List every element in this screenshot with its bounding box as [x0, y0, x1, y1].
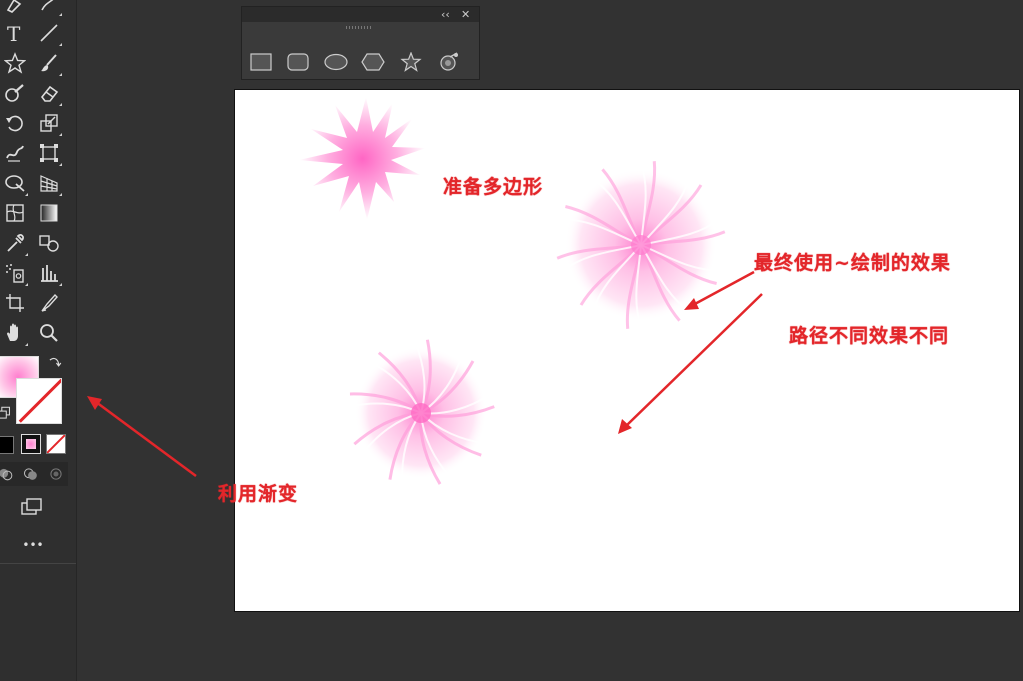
rounded-rectangle-tool-icon[interactable] — [284, 49, 312, 75]
toolbar-divider — [0, 563, 76, 564]
tools-panel: T ••• — [0, 0, 77, 681]
annotation-use-gradient: 利用渐变 — [218, 483, 299, 505]
rotate-tool-icon[interactable] — [0, 108, 30, 138]
polygon-tool-icon[interactable] — [359, 49, 387, 75]
stroke-swatch[interactable] — [16, 378, 62, 424]
gradient-bloom-small[interactable] — [349, 339, 495, 485]
line-tool-icon[interactable] — [34, 18, 64, 48]
svg-text:T: T — [7, 22, 21, 44]
annotation-different-paths: 路径不同效果不同 — [789, 325, 950, 347]
rectangle-tool-icon[interactable] — [247, 49, 275, 75]
artboard-artwork — [299, 97, 726, 485]
shape-tools-panel: ‹‹ ✕ — [241, 6, 480, 80]
annotation-final-effect: 最终使用~绘制的效果 — [754, 252, 951, 274]
shape-builder-tool-icon[interactable] — [0, 168, 30, 198]
edit-toolbar-button[interactable]: ••• — [18, 538, 48, 552]
gradient-tool-icon[interactable] — [34, 198, 64, 228]
eraser-tool-icon[interactable] — [34, 78, 64, 108]
free-transform-tool-icon[interactable] — [34, 138, 64, 168]
gradient-bloom-large[interactable] — [556, 161, 726, 329]
panel-grip[interactable] — [346, 26, 372, 29]
panel-header[interactable]: ‹‹ ✕ — [242, 7, 479, 22]
arrow-to-fill-swatch — [95, 400, 197, 478]
draw-inside-icon[interactable] — [44, 462, 68, 486]
default-fill-stroke-icon[interactable] — [0, 402, 16, 424]
star-polygon[interactable] — [299, 97, 426, 220]
type-tool-icon[interactable]: T — [0, 18, 30, 48]
collapse-panel-button[interactable]: ‹‹ — [441, 7, 450, 22]
paintbrush-tool-icon[interactable] — [34, 48, 64, 78]
artboard[interactable] — [234, 89, 1020, 612]
curvature-tool-icon[interactable] — [34, 0, 64, 18]
slice-tool-icon[interactable] — [34, 288, 64, 318]
gradient-mode-button[interactable] — [21, 434, 41, 454]
draw-normal-icon[interactable] — [0, 462, 18, 486]
eyedropper-tool-icon[interactable] — [0, 228, 30, 258]
pen-tool-icon[interactable] — [0, 0, 30, 18]
swap-fill-stroke-icon[interactable] — [44, 352, 66, 374]
shaper-tool-icon[interactable] — [0, 78, 30, 108]
draw-behind-icon[interactable] — [19, 462, 43, 486]
symbol-sprayer-tool-icon[interactable] — [0, 258, 30, 288]
artboard-tool-icon[interactable] — [0, 288, 30, 318]
flare-tool-icon[interactable] — [435, 49, 463, 75]
color-mode-button[interactable] — [0, 436, 14, 454]
star-tool-icon[interactable] — [0, 48, 30, 78]
hand-tool-icon[interactable] — [0, 318, 30, 348]
scale-tool-icon[interactable] — [34, 108, 64, 138]
warp-tool-icon[interactable] — [0, 138, 30, 168]
annotation-prepare-polygon: 准备多边形 — [443, 176, 544, 198]
mesh-tool-icon[interactable] — [0, 198, 30, 228]
close-panel-button[interactable]: ✕ — [461, 7, 470, 22]
screen-mode-icon[interactable] — [16, 492, 46, 522]
column-graph-tool-icon[interactable] — [34, 258, 64, 288]
perspective-grid-tool-icon[interactable] — [34, 168, 64, 198]
none-mode-button[interactable] — [46, 434, 66, 454]
zoom-tool-icon[interactable] — [34, 318, 64, 348]
blend-tool-icon[interactable] — [34, 228, 64, 258]
star-shape-tool-icon[interactable] — [397, 49, 425, 75]
ellipse-tool-icon[interactable] — [322, 49, 350, 75]
